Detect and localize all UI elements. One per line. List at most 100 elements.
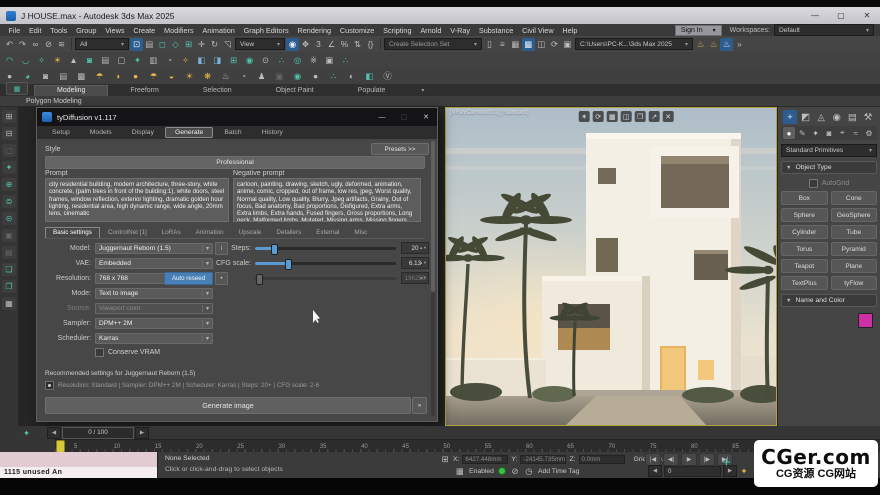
prompt-textarea[interactable]: city residential building, modern archit… <box>45 178 229 222</box>
menu-item[interactable]: V-Ray <box>446 26 475 35</box>
menu-item[interactable]: Tools <box>46 26 72 35</box>
angle-snap-icon[interactable]: ∠ <box>325 38 338 51</box>
bind-to-space-warp-icon[interactable]: ≋ <box>55 38 68 51</box>
selection-filter-dropdown[interactable]: All <box>75 38 129 50</box>
list-render-icon[interactable]: ▤ <box>57 70 70 83</box>
selection-set-dropdown[interactable]: Create Selection Set <box>384 38 482 50</box>
expand-icon[interactable]: ↗ <box>649 111 660 122</box>
clone-icon[interactable]: ❐ <box>2 280 16 293</box>
menu-item[interactable]: Views <box>101 26 129 35</box>
checker-render-icon[interactable]: ▩ <box>75 70 88 83</box>
sphere-render-icon[interactable]: ● <box>3 70 16 83</box>
settings-tab-basic[interactable]: Basic settings <box>45 227 100 238</box>
set-key-icon[interactable]: ✦ <box>739 466 749 476</box>
vray-icon[interactable]: Ⓥ <box>381 70 394 83</box>
selection-region-mode-icon[interactable]: ◇ <box>169 38 182 51</box>
conserve-vram-checkbox[interactable] <box>95 348 104 357</box>
save-image-icon[interactable]: ◫ <box>621 111 632 122</box>
curve-editor-icon[interactable]: ⟳ <box>548 38 561 51</box>
display-tab-icon[interactable]: ▤ <box>845 110 859 124</box>
particles-tool-icon[interactable]: ∴ <box>275 54 288 67</box>
disabled-tool-icon[interactable]: ▢ <box>2 144 16 157</box>
dialog-close-button[interactable]: ✕ <box>415 110 437 124</box>
menu-item[interactable]: Edit <box>25 26 46 35</box>
menu-item[interactable]: Graph Editors <box>239 26 293 35</box>
object-type-button[interactable]: Sphere <box>781 208 828 222</box>
select-and-manipulate-icon[interactable]: ✥ <box>299 38 312 51</box>
absolute-mode-icon[interactable]: ⊞ <box>440 454 450 464</box>
umbrella-render-icon[interactable]: ☂ <box>93 70 106 83</box>
close-button[interactable]: ✕ <box>854 8 880 23</box>
menu-item[interactable]: Animation <box>198 26 239 35</box>
menu-item[interactable]: Create <box>129 26 160 35</box>
frame-forward-button[interactable]: ▶ <box>135 427 149 439</box>
negative-prompt-textarea[interactable]: cartoon, painting, drawing, sketch, ugly… <box>233 178 421 222</box>
select-and-link-icon[interactable]: ∞ <box>29 38 42 51</box>
menu-item[interactable]: Customize <box>336 26 379 35</box>
window-crossing-icon[interactable]: ⊞ <box>182 38 195 51</box>
object-type-button[interactable]: tyFlow <box>831 276 878 290</box>
paint-tool-icon[interactable]: ※ <box>307 54 320 67</box>
maximize-button[interactable]: ▢ <box>828 8 854 23</box>
object-type-button[interactable]: TextPlus <box>781 276 828 290</box>
dialog-tab-display[interactable]: Display <box>123 128 163 137</box>
viewport-tool-icon[interactable]: ◧ <box>195 54 208 67</box>
teal-box-render-icon[interactable]: ◧ <box>363 70 376 83</box>
channels-icon[interactable]: ▩ <box>607 111 618 122</box>
object-type-button[interactable]: Torus <box>781 242 828 256</box>
viewport-nav-icon[interactable]: + <box>722 454 731 471</box>
align-icon[interactable]: ≡ <box>496 38 509 51</box>
select-and-scale-icon[interactable]: ◹ <box>221 38 234 51</box>
create-tab-icon[interactable]: + <box>783 110 797 124</box>
teapot-render-icon[interactable]: ♨ <box>219 70 232 83</box>
unlink-selection-icon[interactable]: ⊘ <box>42 38 55 51</box>
object-type-button[interactable]: Cone <box>831 191 878 205</box>
settings-tab-detailers[interactable]: Detailers <box>269 228 308 238</box>
dialog-tab-history[interactable]: History <box>253 128 292 137</box>
minimize-button[interactable]: — <box>802 8 828 23</box>
dialog-scrollbar[interactable] <box>431 141 435 416</box>
use-pivot-point-icon[interactable]: ◉ <box>286 38 299 51</box>
tab-modeling[interactable]: Modeling <box>34 85 108 96</box>
eye-tool-icon[interactable]: ◉ <box>243 54 256 67</box>
generate-options-button[interactable]: » <box>412 397 427 414</box>
ribbon-toggle-icon[interactable]: ◫ <box>535 38 548 51</box>
dialog-tab-batch[interactable]: Batch <box>215 128 250 137</box>
object-type-button[interactable]: Plane <box>831 259 878 273</box>
shapes-category-icon[interactable]: ✎ <box>796 127 808 139</box>
style-button[interactable]: Professional <box>45 156 425 169</box>
reference-coordinate-dropdown[interactable]: View <box>235 38 285 50</box>
settings-tab-upscale[interactable]: Upscale <box>232 228 269 238</box>
grid-tool-icon[interactable]: ⊞ <box>227 54 240 67</box>
sun-tool-icon[interactable]: ☀ <box>51 54 64 67</box>
placement-icon[interactable]: ✦ <box>2 161 16 174</box>
half-ball-render-icon[interactable]: ◐ <box>345 70 358 83</box>
viewport-layout2-icon[interactable]: ⊟ <box>2 127 16 140</box>
render-setup-icon[interactable]: ♨ <box>694 38 707 51</box>
select-and-move-icon[interactable]: ✛ <box>195 38 208 51</box>
motion-tab-icon[interactable]: ◉ <box>830 110 844 124</box>
space-warps-category-icon[interactable]: ≈ <box>850 127 862 139</box>
hierarchy-tab-icon[interactable]: ◬ <box>814 110 828 124</box>
undo-icon[interactable]: ↶ <box>3 38 16 51</box>
menu-item[interactable]: Arnold <box>416 26 446 35</box>
auto-reseed-button[interactable]: Auto reseed <box>164 272 213 285</box>
layers-tool-icon[interactable]: ▥ <box>147 54 160 67</box>
menu-item[interactable]: Civil View <box>518 26 558 35</box>
sampler-dropdown[interactable]: DPM++ 2M <box>95 318 213 329</box>
ribbon-config-icon[interactable]: ▦ <box>6 82 28 95</box>
settings-tab-misc[interactable]: Misc <box>347 228 374 238</box>
systems-category-icon[interactable]: ⚙ <box>863 127 875 139</box>
menu-item[interactable]: File <box>4 26 25 35</box>
viewport2-tool-icon[interactable]: ◨ <box>211 54 224 67</box>
maxscript-mini-listener[interactable]: 1115 unused An <box>0 452 158 478</box>
bevel-icon[interactable]: ⊝ <box>2 212 16 225</box>
disabled-tool2-icon[interactable]: ▣ <box>2 229 16 242</box>
primitives-dropdown[interactable]: Standard Primitives <box>781 144 877 157</box>
generate-image-button[interactable]: Generate image <box>45 397 411 414</box>
menu-item[interactable]: Help <box>558 26 582 35</box>
menu-item[interactable]: Group <box>72 26 101 35</box>
utilities-tab-icon[interactable]: ⚒ <box>861 110 875 124</box>
cfg-value[interactable]: 6.13▲▼ <box>401 257 429 269</box>
helpers-category-icon[interactable]: ⌖ <box>836 127 848 139</box>
